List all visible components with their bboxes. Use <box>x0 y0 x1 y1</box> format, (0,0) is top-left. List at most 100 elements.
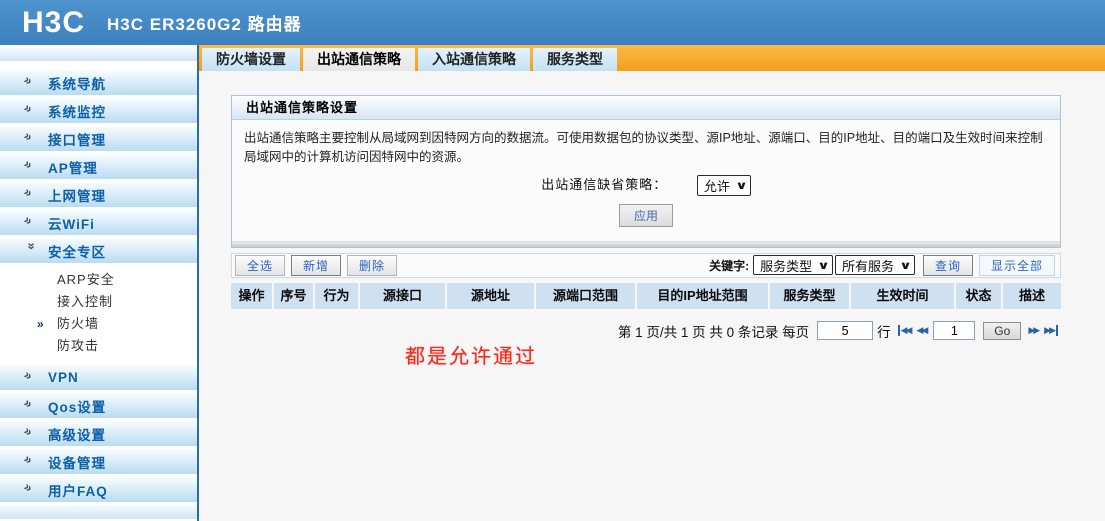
sidebar-bottom-strip <box>0 505 197 519</box>
panel-footer-strip <box>232 240 1060 247</box>
sidebar-item-label: VPN <box>48 370 79 385</box>
sidebar-top-strip <box>0 48 197 61</box>
sidebar-item-user-faq[interactable]: » 用户FAQ <box>0 477 197 502</box>
panel-body: 出站通信策略主要控制从局域网到因特网方向的数据流。可使用数据包的协议类型、源IP… <box>232 120 1060 241</box>
default-policy-value: 允许 <box>703 178 730 194</box>
sidebar-item-interface-mgmt[interactable]: » 接口管理 <box>0 126 197 151</box>
submenu-item-firewall[interactable]: » 防火墙 <box>0 313 197 335</box>
filter-field-select[interactable]: 服务类型 ∨ <box>753 255 834 276</box>
delete-button[interactable]: 删除 <box>347 254 398 276</box>
app-header: H3C H3C ER3260G2 路由器 <box>0 0 1105 45</box>
column-header-src-address: 源地址 <box>447 282 534 309</box>
prev-page-icon[interactable]: ◀◀ <box>916 325 928 336</box>
menu-arrow-icon: » <box>21 99 36 117</box>
menu-arrow-icon: » <box>21 394 36 412</box>
sidebar-item-system-nav[interactable]: » 系统导航 <box>0 70 197 95</box>
chevron-down-icon: ∨ <box>735 179 748 192</box>
search-button[interactable]: 查询 <box>922 254 973 276</box>
next-page-icon[interactable]: ▶▶ <box>1028 325 1040 336</box>
menu-arrow-icon: » <box>21 422 36 440</box>
submenu-item-anti-attack[interactable]: 防攻击 <box>0 335 197 357</box>
menu-arrow-icon: » <box>21 155 36 173</box>
policy-table-header: 操作 序号 行为 源接口 源地址 源端口范围 目的IP地址范围 服务类型 生效时… <box>231 282 1061 309</box>
rows-per-page-input[interactable] <box>817 321 874 341</box>
tab-inbound-policy[interactable]: 入站通信策略 <box>418 48 530 71</box>
keyword-label: 关键字: <box>709 258 750 273</box>
tab-bar: 防火墙设置 出站通信策略 入站通信策略 服务类型 <box>199 45 1105 71</box>
submenu-item-arp-security[interactable]: ARP安全 <box>0 269 197 291</box>
sidebar-item-label: 高级设置 <box>48 427 106 443</box>
sidebar-item-label: 系统导航 <box>48 76 106 92</box>
tab-label: 出站通信策略 <box>317 51 401 67</box>
filter-value-select[interactable]: 所有服务 ∨ <box>835 255 915 276</box>
sidebar-item-vpn[interactable]: » VPN <box>0 365 197 390</box>
panel-description: 出站通信策略主要控制从局域网到因特网方向的数据流。可使用数据包的协议类型、源IP… <box>244 131 1043 165</box>
sidebar-item-label: 上网管理 <box>48 188 106 204</box>
sidebar-item-internet-mgmt[interactable]: » 上网管理 <box>0 182 197 207</box>
column-header-dst-ip-range: 目的IP地址范围 <box>637 282 768 309</box>
default-policy-label: 出站通信缺省策略： <box>541 176 668 192</box>
tab-label: 服务类型 <box>547 51 603 67</box>
toolbar-right-group: 关键字: 服务类型 ∨ 所有服务 ∨ 查询 显示全部 <box>709 254 1055 276</box>
add-button[interactable]: 新增 <box>291 254 342 276</box>
tab-outbound-policy[interactable]: 出站通信策略 <box>303 48 415 71</box>
menu-arrow-icon: » <box>21 366 36 384</box>
submenu-item-access-control[interactable]: 接入控制 <box>0 291 197 313</box>
show-all-button[interactable]: 显示全部 <box>978 254 1055 276</box>
sidebar-item-advanced[interactable]: » 高级设置 <box>0 421 197 446</box>
column-header-effective-time: 生效时间 <box>851 282 954 309</box>
default-policy-select[interactable]: 允许 ∨ <box>696 174 751 196</box>
outbound-policy-panel: 出站通信策略设置 出站通信策略主要控制从局域网到因特网方向的数据流。可使用数据包… <box>231 95 1061 248</box>
sidebar-item-ap-mgmt[interactable]: » AP管理 <box>0 154 197 179</box>
menu-arrow-icon: » <box>21 450 36 468</box>
apply-row: 应用 <box>244 203 1048 227</box>
sidebar-item-label: AP管理 <box>48 160 98 176</box>
column-header-src-interface: 源接口 <box>360 282 445 309</box>
go-button[interactable]: Go <box>983 321 1022 340</box>
sidebar-item-system-monitor[interactable]: » 系统监控 <box>0 98 197 123</box>
chevron-down-icon: ∨ <box>817 259 830 272</box>
default-policy-row: 出站通信缺省策略： 允许 ∨ <box>244 174 1048 196</box>
menu-arrow-expanded-icon: » <box>24 242 40 250</box>
submenu-item-label: ARP安全 <box>57 272 115 287</box>
list-toolbar: 全选 新增 删除 关键字: 服务类型 ∨ 所有服务 ∨ 查询 显示全部 <box>231 252 1061 278</box>
tab-label: 入站通信策略 <box>432 51 516 67</box>
sidebar-item-label: 系统监控 <box>48 104 106 120</box>
sidebar-item-device-mgmt[interactable]: » 设备管理 <box>0 449 197 474</box>
column-header-index: 序号 <box>274 282 313 309</box>
sidebar-item-label: 云WiFi <box>48 216 95 232</box>
tab-service-type[interactable]: 服务类型 <box>533 48 617 71</box>
tab-firewall-settings[interactable]: 防火墙设置 <box>202 48 300 71</box>
sidebar-item-label: 设备管理 <box>48 455 106 471</box>
submenu-arrow-icon: » <box>37 317 45 331</box>
column-header-src-port-range: 源端口范围 <box>536 282 635 309</box>
sidebar-item-label: 用户FAQ <box>48 483 108 499</box>
h3c-logo: H3C <box>22 5 86 39</box>
first-page-icon[interactable]: ◀◀ <box>897 325 912 337</box>
sidebar: » 系统导航 » 系统监控 » 接口管理 » AP管理 » 上网管理 » 云Wi… <box>0 45 197 521</box>
toolbar-left-group: 全选 新增 删除 <box>235 254 403 276</box>
sidebar-item-label: 安全专区 <box>48 244 106 260</box>
last-page-icon[interactable]: ▶▶ <box>1044 325 1058 337</box>
filter-value-value: 所有服务 <box>842 258 895 274</box>
panel-title: 出站通信策略设置 <box>232 96 1060 120</box>
current-page-input[interactable] <box>933 321 976 341</box>
menu-arrow-icon: » <box>21 478 36 496</box>
tab-label: 防火墙设置 <box>216 51 286 67</box>
select-all-button[interactable]: 全选 <box>235 254 286 276</box>
chevron-down-icon: ∨ <box>899 259 912 272</box>
submenu-item-label: 接入控制 <box>57 294 114 309</box>
sidebar-item-security-zone[interactable]: » 安全专区 <box>0 238 197 263</box>
sidebar-item-cloud-wifi[interactable]: » 云WiFi <box>0 210 197 235</box>
sidebar-item-label: Qos设置 <box>48 399 107 415</box>
red-annotation-text: 都是允许通过 <box>405 346 537 368</box>
submenu-item-label: 防火墙 <box>57 316 100 331</box>
submenu-item-label: 防攻击 <box>57 338 100 353</box>
apply-button[interactable]: 应用 <box>618 203 673 227</box>
security-submenu: ARP安全 接入控制 » 防火墙 防攻击 <box>0 266 197 365</box>
menu-arrow-icon: » <box>21 71 36 89</box>
menu-arrow-icon: » <box>21 183 36 201</box>
sidebar-item-qos[interactable]: » Qos设置 <box>0 393 197 418</box>
menu-arrow-icon: » <box>21 211 36 229</box>
content-area: 防火墙设置 出站通信策略 入站通信策略 服务类型 出站通信策略设置 出站通信策略… <box>197 45 1105 521</box>
